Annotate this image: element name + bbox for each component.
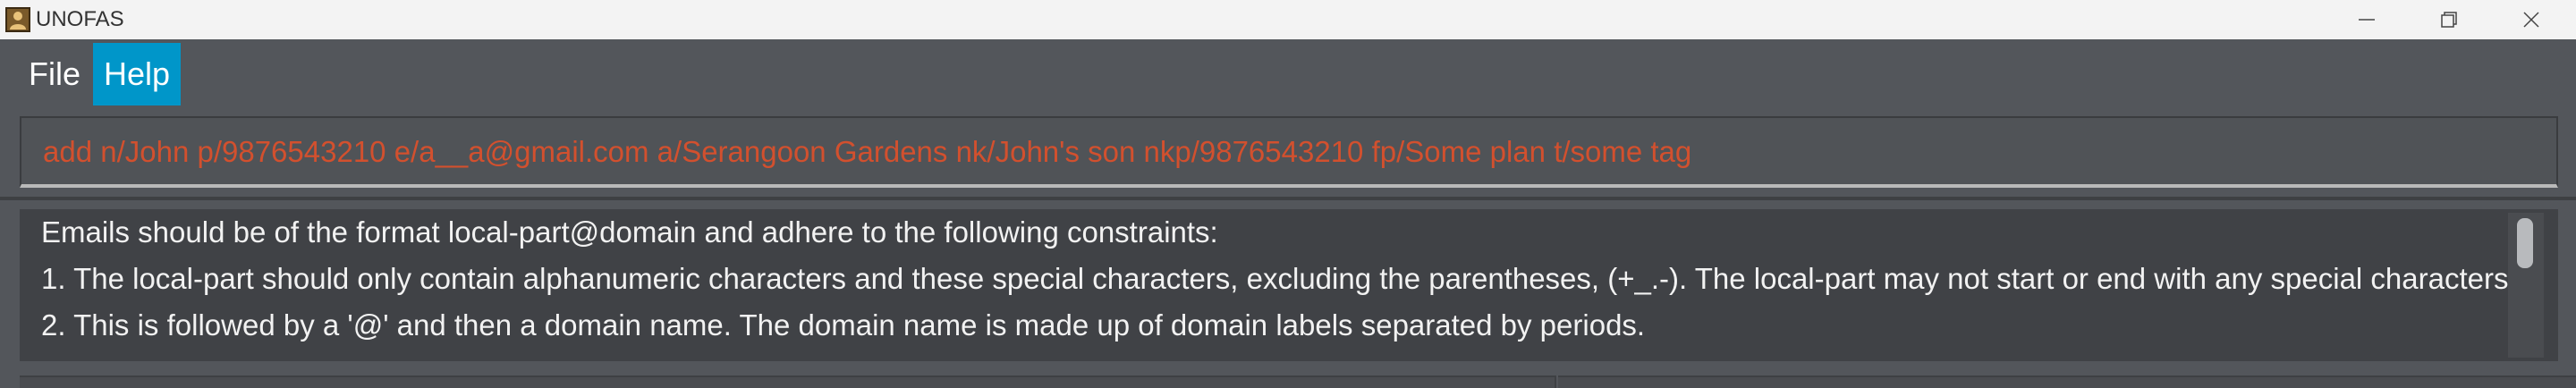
restore-icon <box>2441 12 2457 28</box>
menu-help[interactable]: Help <box>93 43 182 105</box>
panel-divider <box>0 197 2576 200</box>
command-input[interactable]: add n/John p/9876543210 e/a__a@gmail.com… <box>20 116 2558 188</box>
restore-button[interactable] <box>2408 0 2490 39</box>
minimize-icon <box>2359 19 2375 21</box>
close-icon <box>2523 12 2539 28</box>
menu-file[interactable]: File <box>18 43 91 105</box>
result-line: Emails should be of the format local-par… <box>41 215 1218 249</box>
result-scrollbar[interactable] <box>2508 213 2544 358</box>
title-bar: UNOFAS <box>0 0 2576 39</box>
result-display: Emails should be of the format local-par… <box>20 209 2558 361</box>
app-person-icon <box>5 7 30 32</box>
window-title: UNOFAS <box>36 7 124 31</box>
command-input-text[interactable]: add n/John p/9876543210 e/a__a@gmail.com… <box>43 118 1691 186</box>
scroll-thumb[interactable] <box>2517 218 2533 268</box>
result-line: 1. The local-part should only contain al… <box>41 262 2517 295</box>
menu-bar: File Help <box>0 39 2576 105</box>
minimize-button[interactable] <box>2326 0 2408 39</box>
close-button[interactable] <box>2490 0 2572 39</box>
list-panel-area <box>0 361 2576 388</box>
person-list-panel <box>20 375 1556 388</box>
result-line: 2. This is followed by a '@' and then a … <box>41 308 1646 342</box>
command-panel: add n/John p/9876543210 e/a__a@gmail.com… <box>0 105 2576 197</box>
detail-panel <box>1558 375 2576 388</box>
